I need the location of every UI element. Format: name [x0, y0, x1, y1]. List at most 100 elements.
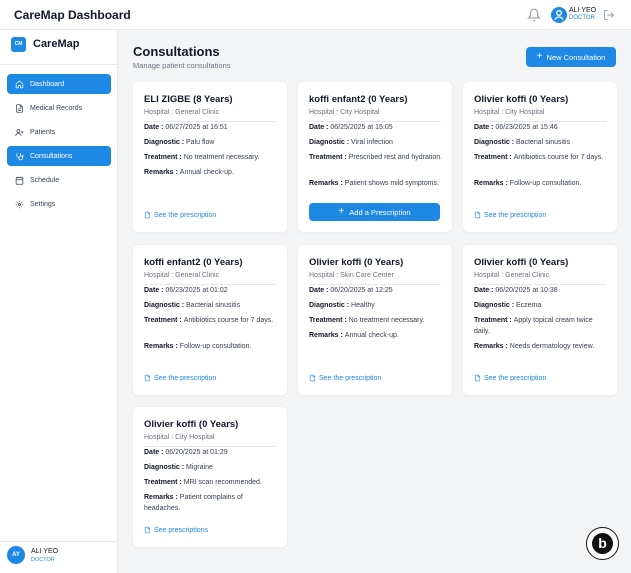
date-label: Date :	[309, 287, 331, 294]
remarks-label: Remarks :	[144, 494, 180, 501]
treatment-value: No treatment necessary.	[348, 317, 425, 324]
logout-icon[interactable]	[603, 9, 615, 21]
diagnostic-label: Diagnostic :	[144, 139, 187, 146]
top-bar: CareMap Dashboard ALI YEO DOCTOR	[0, 0, 631, 30]
diagnostic-label: Diagnostic :	[309, 302, 352, 309]
see-prescription-link[interactable]: See the prescription	[474, 211, 546, 219]
diagnostic-label: Diagnostic :	[474, 139, 517, 146]
see-prescription-link[interactable]: See the prescription	[144, 211, 216, 219]
treatment-value: Prescribed rest and hydration.	[348, 154, 443, 161]
sidebar: CM CareMap Dashboard Medical Records Pat…	[0, 30, 118, 573]
document-icon	[474, 211, 481, 219]
diagnostic-value: Bacterial sinusitis	[186, 302, 241, 309]
add-prescription-button[interactable]: + Add a Prescription	[309, 203, 440, 221]
bell-icon[interactable]	[527, 8, 541, 22]
date-value: 06/23/2025 at 01:02	[165, 287, 228, 294]
treatment-label: Treatment :	[309, 317, 349, 324]
treatment-label: Treatment :	[144, 317, 184, 324]
user-avatar[interactable]	[551, 7, 567, 23]
link-label: See prescriptions	[154, 526, 209, 534]
see-prescription-link[interactable]: See the prescription	[144, 374, 216, 382]
stethoscope-icon	[16, 152, 24, 160]
consultation-card: Olivier koffi (0 Years) Hospital : City …	[133, 407, 287, 547]
sidebar-user-role: DOCTOR	[31, 557, 55, 563]
remarks-line: Remarks : Annual check-up.	[309, 330, 443, 341]
document-icon	[474, 374, 481, 382]
hospital: Hospital : City Hospital	[144, 434, 215, 441]
page-subtitle: Manage patient consultations	[133, 61, 231, 70]
consultation-card: Olivier koffi (0 Years) Hospital : Gener…	[463, 245, 617, 395]
date-value: 06/20/2025 at 01:29	[165, 449, 228, 456]
remarks-label: Remarks :	[144, 169, 180, 176]
date-value: 06/20/2025 at 12:25	[330, 287, 393, 294]
remarks-label: Remarks :	[144, 343, 180, 350]
date-value: 06/20/2025 at 10:38	[495, 287, 558, 294]
hospital: Hospital : Skin Care Center	[309, 272, 394, 279]
sidebar-item-label: Medical Records	[30, 104, 83, 112]
top-user-role: DOCTOR	[569, 15, 595, 21]
treatment-label: Treatment :	[309, 154, 349, 161]
diagnostic-value: Viral infection	[351, 139, 393, 146]
diagnostic-value: Palu flow	[186, 139, 215, 146]
remarks-line: Remarks : Patient complains of headaches…	[144, 492, 278, 514]
diagnostic-line: Diagnostic : Bacterial sinusitis	[144, 300, 278, 311]
diagnostic-value: Bacterial sinusitis	[516, 139, 571, 146]
new-consultation-button[interactable]: + New Consultation	[526, 47, 616, 67]
brand-badge-icon[interactable]: b	[586, 527, 619, 560]
remarks-value: Annual check-up.	[344, 332, 399, 339]
page-title: Consultations	[133, 44, 220, 59]
treatment-value: Antibiotics course for 7 days.	[183, 317, 274, 324]
sidebar-item-label: Settings	[30, 200, 56, 208]
hospital: Hospital : City Hospital	[309, 109, 380, 116]
treatment-value: MRI scan recommended.	[183, 479, 262, 486]
date-label: Date :	[144, 287, 166, 294]
patient-name: ELI ZIGBE (8 Years)	[144, 94, 233, 105]
gear-icon	[15, 200, 24, 208]
remarks-value: Follow-up consultation.	[509, 180, 582, 187]
users-icon	[15, 128, 24, 136]
divider	[0, 64, 118, 65]
document-icon	[309, 374, 316, 382]
treatment-line: Treatment : Apply topical cream twice da…	[474, 315, 608, 337]
date-label: Date :	[144, 124, 166, 131]
patient-name: Olivier koffi (0 Years)	[144, 419, 239, 430]
diagnostic-label: Diagnostic :	[474, 302, 517, 309]
remarks-label: Remarks :	[309, 180, 345, 187]
date-label: Date :	[144, 449, 166, 456]
see-prescription-link[interactable]: See the prescription	[474, 374, 546, 382]
new-consultation-label: New Consultation	[546, 52, 606, 62]
sidebar-user-name: ALI YEO	[31, 548, 59, 555]
treatment-line: Treatment : Antibiotics course for 7 day…	[474, 152, 608, 163]
sidebar-item-dashboard[interactable]: Dashboard	[7, 74, 111, 94]
link-label: See the prescription	[484, 374, 547, 382]
see-prescription-link[interactable]: See the prescription	[309, 374, 381, 382]
sidebar-item-schedule[interactable]: Schedule	[7, 170, 111, 190]
date-line: Date : 06/25/2025 at 15:05	[309, 122, 443, 133]
treatment-label: Treatment :	[474, 317, 514, 324]
diagnostic-value: Migraine	[186, 464, 213, 471]
patient-name: koffi enfant2 (0 Years)	[309, 94, 408, 105]
sidebar-item-consultations[interactable]: Consultations	[7, 146, 111, 166]
date-line: Date : 06/20/2025 at 10:38	[474, 285, 608, 296]
document-icon	[144, 211, 151, 219]
consultation-card: koffi enfant2 (0 Years) Hospital : City …	[298, 82, 452, 232]
hospital: Hospital : General Clinic	[144, 109, 220, 116]
treatment-line: Treatment : Antibiotics course for 7 day…	[144, 315, 278, 326]
sidebar-item-label: Dashboard	[30, 80, 65, 88]
date-value: 06/23/2025 at 15:46	[495, 124, 558, 131]
plus-icon: +	[536, 51, 543, 62]
sidebar-item-medical-records[interactable]: Medical Records	[7, 98, 111, 118]
sidebar-item-settings[interactable]: Settings	[7, 194, 111, 214]
treatment-line: Treatment : No treatment necessary.	[144, 152, 278, 163]
date-line: Date : 06/23/2025 at 01:02	[144, 285, 278, 296]
treatment-line: Treatment : MRI scan recommended.	[144, 477, 278, 488]
date-label: Date :	[474, 124, 496, 131]
sidebar-item-patients[interactable]: Patients	[7, 122, 111, 142]
patient-name: koffi enfant2 (0 Years)	[144, 257, 243, 268]
top-user-info: ALI YEO DOCTOR	[569, 7, 596, 21]
see-prescriptions-link[interactable]: See prescriptions	[144, 526, 208, 534]
hospital: Hospital : General Clinic	[144, 272, 220, 279]
sidebar-item-label: Schedule	[30, 176, 60, 184]
remarks-line: Remarks : Needs dermatology review.	[474, 341, 608, 352]
treatment-label: Treatment :	[144, 479, 184, 486]
